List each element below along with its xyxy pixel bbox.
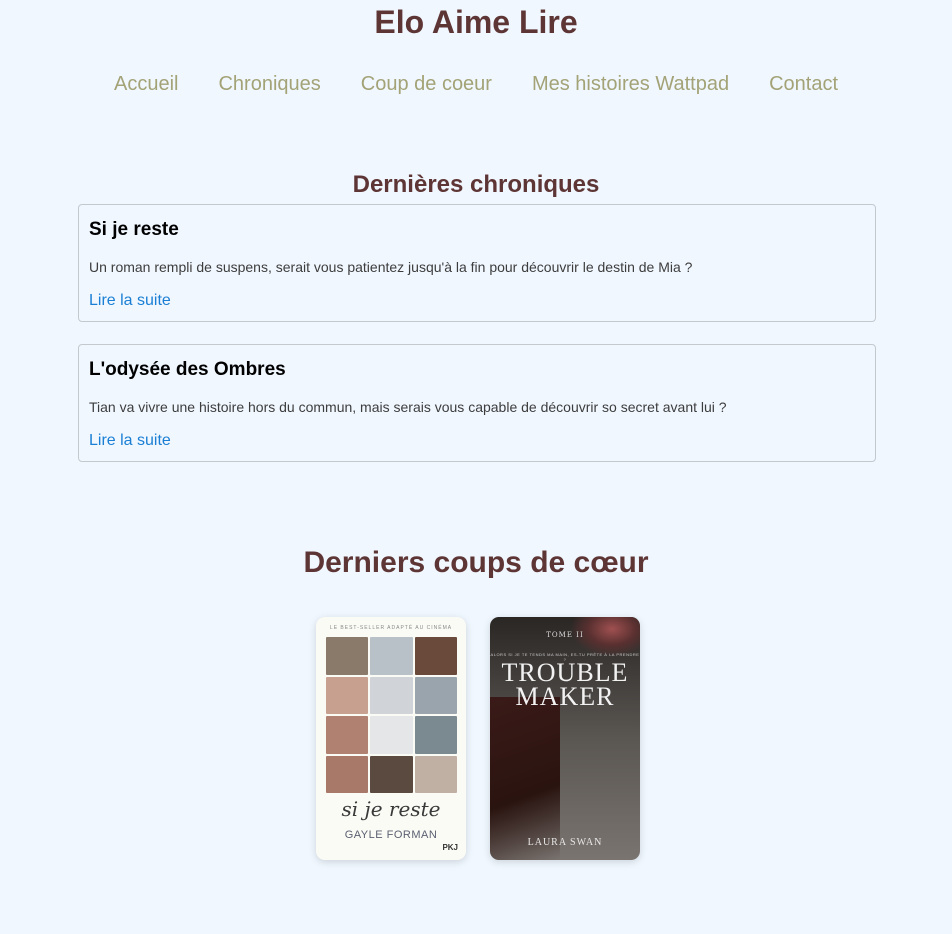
- cover-art-hair: [490, 697, 560, 860]
- cover-author: LAURA SWAN: [527, 837, 603, 848]
- coups-de-coeur-heading: Derniers coups de cœur: [303, 546, 649, 579]
- nav-item-coup-de-coeur[interactable]: Coup de coeur: [361, 72, 492, 96]
- site-title: Elo Aime Lire: [374, 4, 578, 40]
- chronique-title: L'odysée des Ombres: [89, 359, 286, 380]
- cover-author: GAYLE FORMAN: [344, 829, 438, 841]
- cover-tome: TOME II: [546, 631, 584, 639]
- cover-banner: LE BEST-SELLER ADAPTÉ AU CINÉMA: [329, 625, 453, 631]
- chronique-card: Si je reste Un roman rempli de suspens, …: [78, 204, 876, 322]
- chroniques-heading: Dernières chroniques: [352, 171, 600, 198]
- chronique-title: Si je reste: [89, 219, 179, 240]
- publisher-logo: PKJ: [442, 843, 458, 852]
- cover-title-line2: MAKER: [515, 682, 615, 711]
- book-cover-trouble-maker[interactable]: TOME II ALORS SI JE TE TENDS MA MAIN, ES…: [490, 617, 640, 860]
- read-more-link[interactable]: Lire la suite: [89, 292, 171, 310]
- chronique-card: L'odysée des Ombres Tian va vivre une hi…: [78, 344, 876, 462]
- nav-item-accueil[interactable]: Accueil: [114, 72, 178, 96]
- nav-item-wattpad[interactable]: Mes histoires Wattpad: [532, 72, 729, 96]
- main-nav: Accueil Chroniques Coup de coeur Mes his…: [0, 72, 952, 96]
- cover-title: si je reste: [341, 797, 441, 821]
- book-cover-si-je-reste[interactable]: LE BEST-SELLER ADAPTÉ AU CINÉMA si je re…: [316, 617, 466, 860]
- nav-item-contact[interactable]: Contact: [769, 72, 838, 96]
- nav-item-chroniques[interactable]: Chroniques: [218, 72, 320, 96]
- chronique-excerpt: Un roman rempli de suspens, serait vous …: [89, 259, 693, 275]
- cover-photo-grid: [326, 637, 457, 793]
- cover-title: TROUBLE MAKER: [490, 660, 640, 711]
- read-more-link[interactable]: Lire la suite: [89, 432, 171, 450]
- chronique-excerpt: Tian va vivre une histoire hors du commu…: [89, 399, 727, 415]
